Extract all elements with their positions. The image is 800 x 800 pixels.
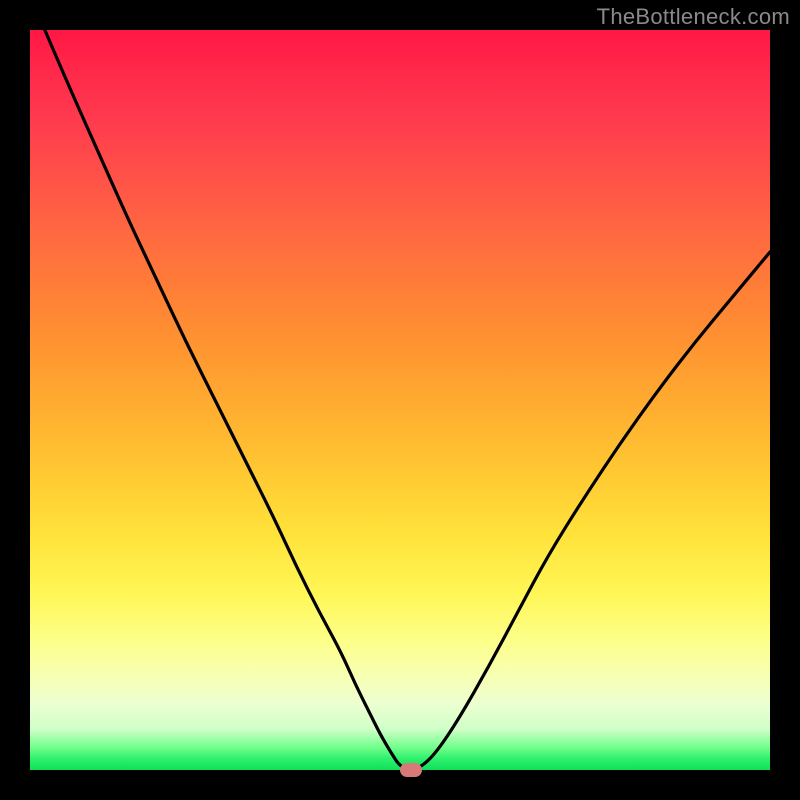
chart-frame: TheBottleneck.com [0,0,800,800]
watermark-text: TheBottleneck.com [597,4,790,30]
plot-area [30,30,770,770]
bottleneck-curve [45,30,770,769]
curve-svg [30,30,770,770]
optimal-point-marker [400,763,422,777]
